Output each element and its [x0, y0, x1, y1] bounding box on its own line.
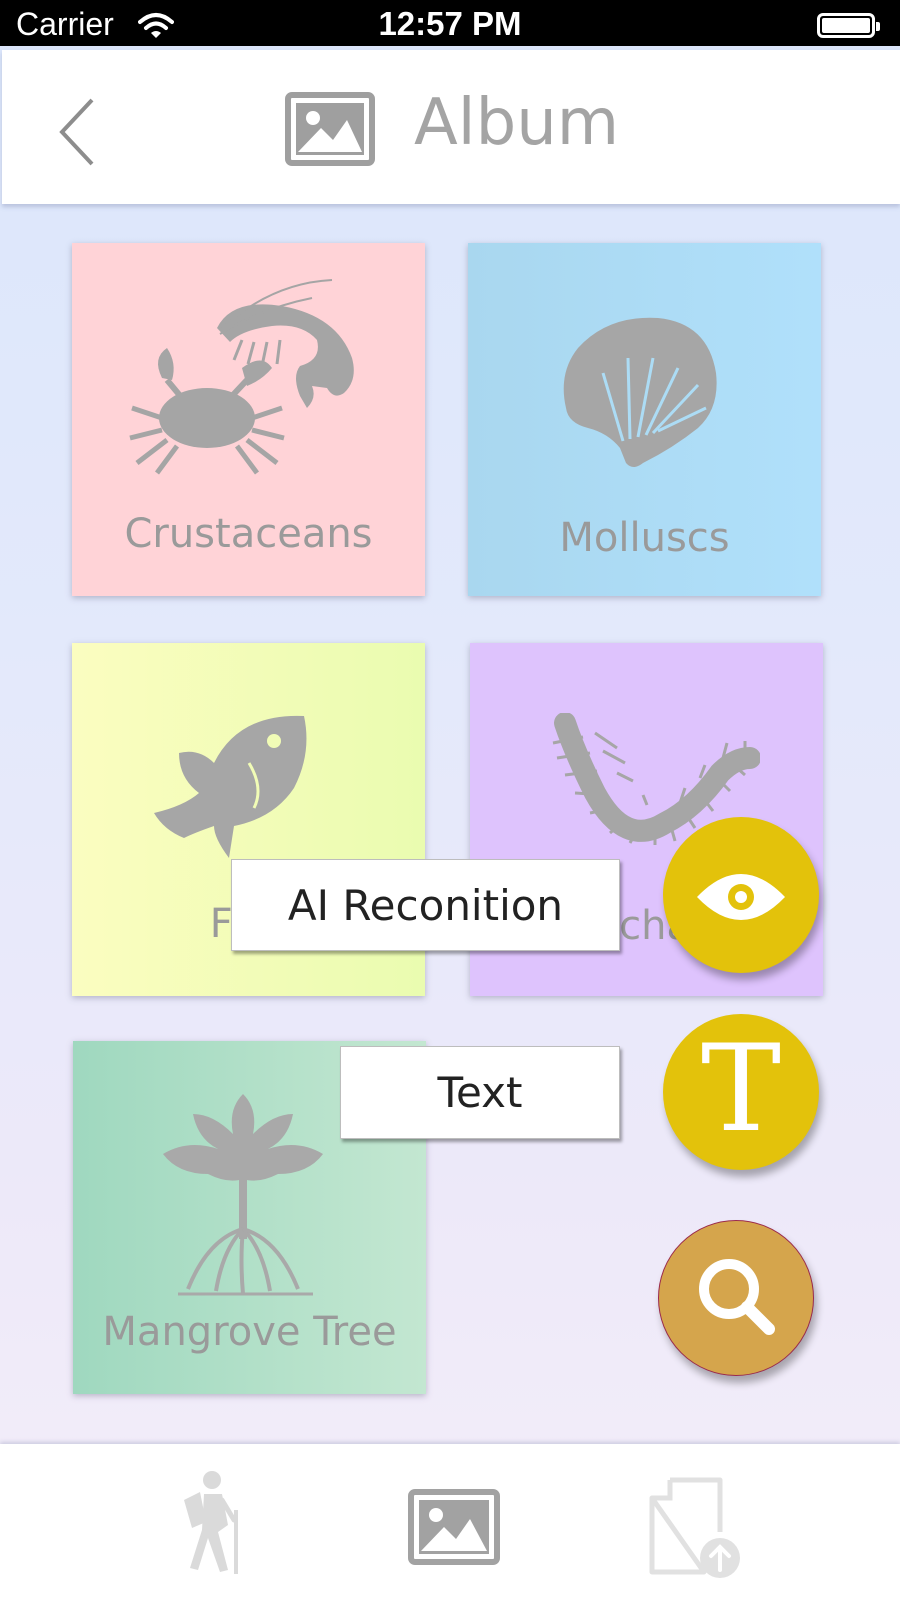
crab-shrimp-icon	[129, 279, 354, 475]
page-title: Album	[414, 86, 620, 160]
category-label: Mangrove Tree	[102, 1309, 397, 1355]
text-search-button[interactable]: T	[663, 1014, 819, 1170]
search-icon	[699, 1259, 775, 1335]
hiker-icon[interactable]	[170, 1470, 254, 1576]
clock: 12:57 PM	[378, 5, 522, 42]
category-label: Crustaceans	[124, 511, 373, 557]
shell-icon	[563, 317, 717, 467]
ai-recognition-option[interactable]: AI Reconition	[231, 859, 620, 951]
image-icon[interactable]	[408, 1489, 500, 1565]
mangrove-icon	[163, 1094, 323, 1296]
fish-icon	[154, 715, 307, 858]
text-t-icon: T	[700, 1020, 782, 1159]
search-fab-button[interactable]	[658, 1220, 814, 1376]
chevron-left-icon[interactable]	[50, 92, 110, 172]
upload-document-icon[interactable]	[648, 1476, 744, 1580]
battery-icon	[817, 13, 880, 38]
bottom-tab-bar	[0, 1444, 900, 1601]
ai-recognition-button[interactable]	[663, 817, 819, 973]
status-bar: Carrier 12:57 PM	[0, 0, 900, 46]
image-icon	[285, 92, 375, 166]
eye-icon	[697, 874, 785, 920]
category-label: Molluscs	[559, 515, 730, 561]
text-search-option[interactable]: Text	[340, 1046, 620, 1139]
nav-header: Album	[2, 50, 900, 204]
category-tile-crustaceans[interactable]: Crustaceans	[72, 243, 425, 596]
category-tile-molluscs[interactable]: Molluscs	[468, 243, 821, 596]
